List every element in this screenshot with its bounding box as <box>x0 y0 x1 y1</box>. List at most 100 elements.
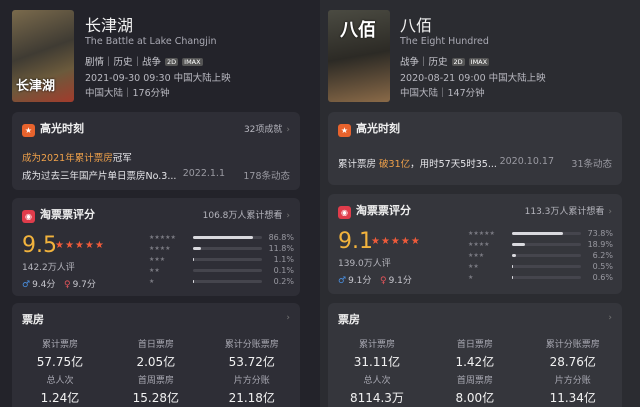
highlight-suffix: 冠军 <box>112 153 132 164</box>
stat-label: 片方分账 <box>554 376 591 386</box>
stat-value: 28.76亿 <box>549 355 596 369</box>
distribution-row: ★★ 0.5% <box>468 261 613 272</box>
chevron-right-icon: › <box>286 211 290 221</box>
distribution-percent: 6.2% <box>592 251 613 260</box>
distribution-percent: 86.8% <box>268 233 294 242</box>
highlights-summary[interactable]: 32项成就 › <box>244 122 290 135</box>
female-icon: ♀ <box>380 276 387 286</box>
format-badge: 2D <box>451 58 465 66</box>
stat-label: 首周票房 <box>456 376 493 386</box>
distribution-track <box>512 254 581 257</box>
chevron-right-icon: › <box>286 125 290 135</box>
highlight-text: 成为2021年累计票房冠军 <box>22 150 132 164</box>
distribution-bar <box>512 243 526 246</box>
female-icon: ♀ <box>64 280 71 290</box>
movie-genre: 战争｜历史 2D IMAX <box>400 54 490 68</box>
rating-score: 9.1 <box>338 229 373 254</box>
box-office-stat: 总人次 1.24亿 <box>12 373 108 406</box>
distribution-row: ★★★ 6.2% <box>468 250 613 261</box>
want-count: 113.3万人累计想看 <box>524 207 605 217</box>
imax-badge: IMAX <box>182 58 203 66</box>
rating-distribution: ★★★★★ 73.8% ★★★★ 18.9% ★★★ 6.2% ★★ 0.5% ★ 0.6% <box>468 228 613 283</box>
box-office-stat: 首日票房 2.05亿 <box>108 337 204 370</box>
stat-value: 31.11亿 <box>353 355 401 369</box>
distribution-percent: 0.6% <box>592 273 613 282</box>
highlight-emphasis: 2021年累计票房 <box>41 153 113 164</box>
imax-badge: IMAX <box>468 58 490 66</box>
distribution-bar <box>193 258 194 261</box>
taopiao-logo-icon: ◉ <box>22 210 35 223</box>
movie-poster[interactable]: 长津湖 <box>12 10 74 102</box>
box-office-header: 票房 <box>338 313 360 326</box>
box-office-card[interactable]: 票房 › 累计票房 57.75亿 首日票房 2.05亿 累计分账票房 53.72亿总人次 1… <box>12 303 300 407</box>
distribution-stars: ★★★ <box>149 256 166 263</box>
distribution-stars: ★★★★ <box>149 245 171 252</box>
release-info: 2021-09-30 09:30 中国大陆上映 <box>85 73 231 84</box>
rating-score: 9.5 <box>22 233 57 258</box>
rating-stars: ★★★★★ <box>55 240 105 251</box>
highlights-card[interactable]: ★ 高光时刻 累计票房 破31亿，用时57天5时35... 2020.10.17 … <box>328 112 622 185</box>
distribution-track <box>193 280 262 283</box>
distribution-stars: ★ <box>149 278 155 285</box>
highlight-text: 累计票房 破31亿，用时57天5时35... <box>338 156 497 170</box>
rating-card[interactable]: ◉ 淘票票评分 113.3万人累计想看 › 9.1 ★★★★★ 139.0万人评 ♂… <box>328 194 622 294</box>
stat-value: 53.72亿 <box>228 355 275 369</box>
box-office-more[interactable]: › <box>282 313 290 323</box>
male-icon: ♂ <box>22 280 31 290</box>
box-office-header: 票房 <box>22 313 44 326</box>
distribution-row: ★★ 0.1% <box>149 265 294 276</box>
highlights-header: ★ 高光时刻 <box>22 120 84 137</box>
box-office-stat: 累计票房 57.75亿 <box>12 337 108 370</box>
chevron-right-icon: › <box>286 313 290 323</box>
box-office-stat: 累计分账票房 28.76亿 <box>524 337 622 370</box>
want-count: 106.8万人累计想看 <box>202 211 283 221</box>
distribution-row: ★★★ 1.1% <box>149 254 294 265</box>
want-to-see[interactable]: 113.3万人累计想看 › <box>525 204 612 217</box>
taopiao-logo-icon: ◉ <box>338 206 351 219</box>
distribution-row: ★ 0.6% <box>468 272 613 283</box>
box-office-stat: 总人次 8114.3万 <box>328 373 426 406</box>
rater-count: 142.2万人评 <box>22 263 75 273</box>
achievement-count: 32项成就 <box>243 125 283 135</box>
stat-value: 8.00亿 <box>455 391 495 405</box>
distribution-percent: 0.1% <box>273 266 294 275</box>
highlights-title: 高光时刻 <box>40 122 84 135</box>
distribution-percent: 73.8% <box>587 229 613 238</box>
stat-value: 2.05亿 <box>136 355 176 369</box>
gender-scores: ♂ 9.1分 ♀ 9.1分 <box>338 273 412 286</box>
stat-label: 总人次 <box>363 376 391 386</box>
distribution-track <box>193 236 262 239</box>
rating-stars: ★★★★★ <box>371 236 421 247</box>
box-office-card[interactable]: 票房 › 累计票房 31.11亿 首日票房 1.42亿 累计分账票房 28.76亿 总人次 8… <box>328 303 622 407</box>
stat-label: 片方分账 <box>233 376 270 386</box>
rating-distribution: ★★★★★ 86.8% ★★★★ 11.8% ★★★ 1.1% ★★ 0.1% ★ 0.2% <box>149 232 294 287</box>
distribution-track <box>193 269 262 272</box>
box-office-stat: 累计票房 31.11亿 <box>328 337 426 370</box>
highlight-icon: ★ <box>22 124 35 137</box>
highlights-title: 高光时刻 <box>356 122 400 135</box>
rater-count: 139.0万人评 <box>338 259 391 269</box>
male-icon: ♂ <box>338 276 347 286</box>
rating-card[interactable]: ◉ 淘票票评分 106.8万人累计想看 › 9.5 ★★★★★ 142.2万人评 ♂… <box>12 198 300 296</box>
box-office-stat: 累计分账票房 53.72亿 <box>204 337 300 370</box>
distribution-percent: 11.8% <box>268 244 294 253</box>
want-to-see[interactable]: 106.8万人累计想看 › <box>203 208 290 221</box>
male-score: 9.4分 <box>32 280 56 290</box>
stat-label: 累计分账票房 <box>545 340 600 350</box>
distribution-row: ★★★★ 18.9% <box>468 239 613 250</box>
distribution-bar <box>193 236 253 239</box>
stat-value: 8114.3万 <box>349 391 404 405</box>
stat-label: 累计分账票房 <box>224 340 279 350</box>
highlight-emphasis: 破31亿 <box>379 159 411 170</box>
box-office-more[interactable]: › <box>604 313 612 323</box>
movie-poster[interactable]: 八佰 <box>328 10 390 102</box>
male-score: 9.1分 <box>348 276 372 286</box>
genre-text: 战争｜历史 <box>400 57 448 68</box>
movie-panel-changjin: 长津湖 长津湖 The Battle at Lake Changjin 剧情｜历… <box>0 0 320 407</box>
gender-scores: ♂ 9.4分 ♀ 9.7分 <box>22 277 96 290</box>
distribution-bar <box>193 247 202 250</box>
stat-label: 首周票房 <box>137 376 174 386</box>
movie-panel-eight-hundred: 八佰 八佰 The Eight Hundred 战争｜历史 2D IMAX 2020… <box>320 0 640 407</box>
highlights-card[interactable]: ★ 高光时刻 32项成就 › 成为2021年累计票房冠军 成为过去三年国产片单日票房… <box>12 112 300 190</box>
chevron-right-icon: › <box>608 313 612 323</box>
